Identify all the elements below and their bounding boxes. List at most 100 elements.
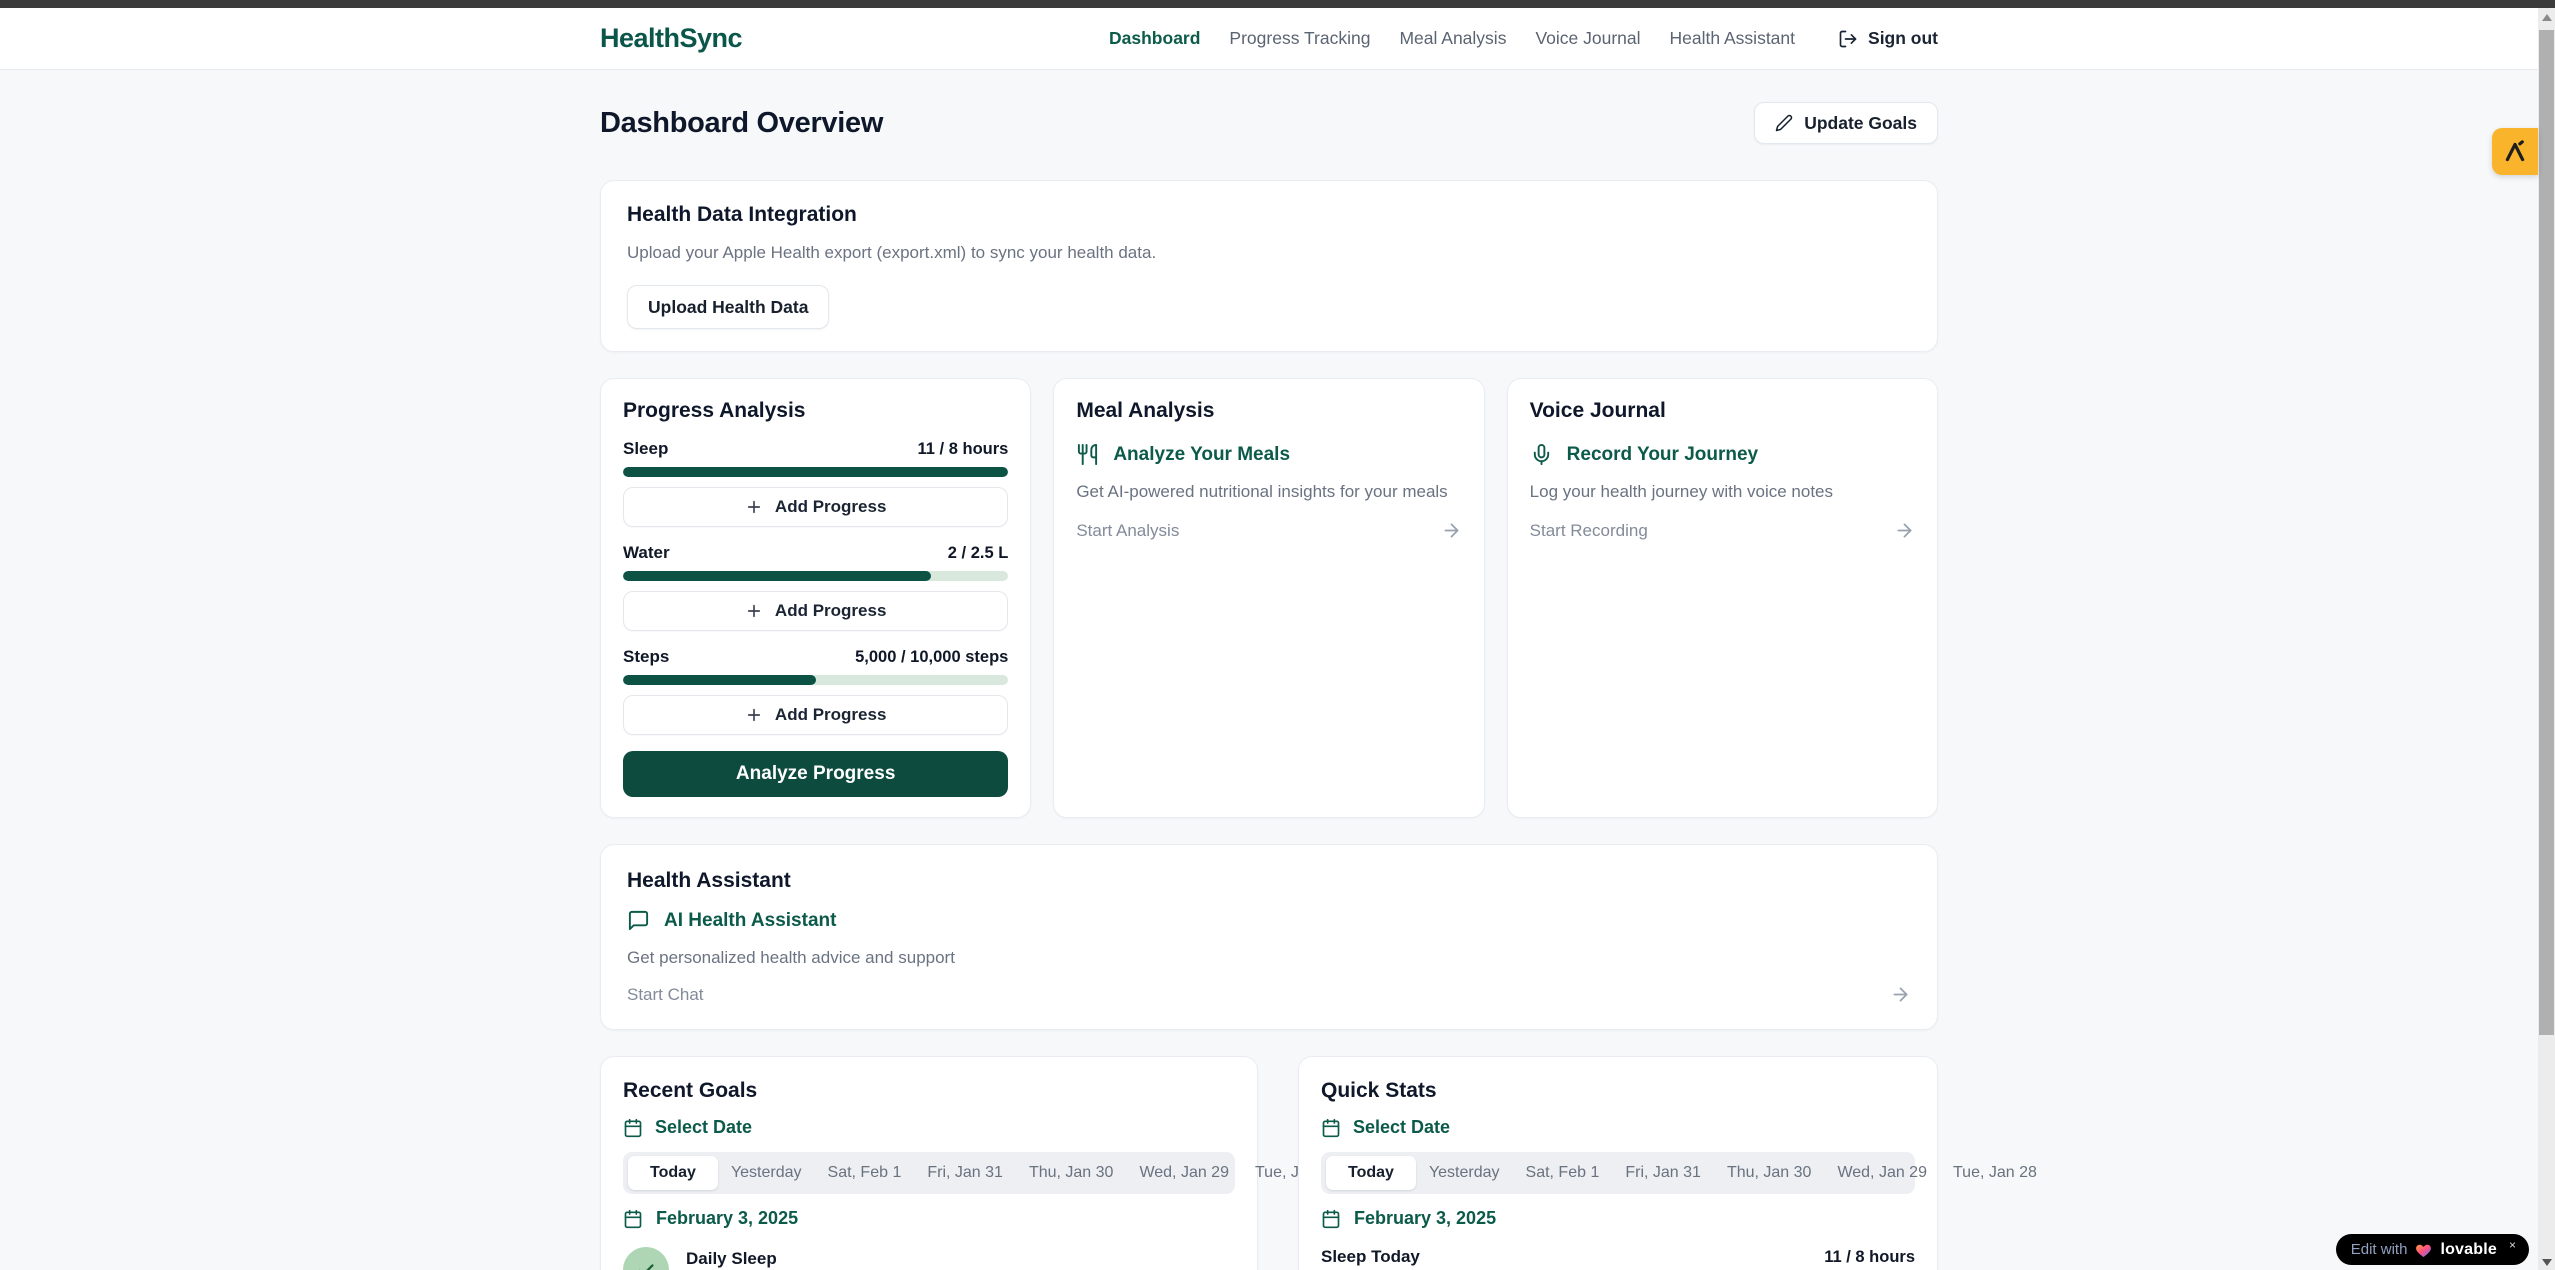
voice-journal-title: Voice Journal	[1530, 399, 1915, 423]
goal-name: Daily Sleep	[686, 1249, 777, 1269]
nav-progress-tracking[interactable]: Progress Tracking	[1229, 28, 1370, 49]
recent-goals-date-tabs: Today Yesterday Sat, Feb 1 Fri, Jan 31 T…	[623, 1152, 1235, 1194]
voice-journal-card: Voice Journal Record Your Journey Log yo…	[1507, 378, 1938, 818]
nav-health-assistant[interactable]: Health Assistant	[1670, 28, 1795, 49]
meal-analysis-description: Get AI-powered nutritional insights for …	[1076, 482, 1461, 502]
ai-health-assistant-label: AI Health Assistant	[664, 910, 836, 932]
tab-tue-jan-28[interactable]: Tue, Jan 28	[1940, 1156, 2050, 1190]
progress-analysis-title: Progress Analysis	[623, 399, 1008, 423]
tab-sat-feb-1[interactable]: Sat, Feb 1	[815, 1156, 915, 1190]
recent-goals-selected-date[interactable]: February 3, 2025	[623, 1208, 1235, 1229]
goal-item-daily-sleep: Daily Sleep 11 / 8 hours	[623, 1247, 1235, 1270]
start-recording-label: Start Recording	[1530, 521, 1648, 541]
meal-analysis-card: Meal Analysis Analyze Your Meals Get AI-…	[1053, 378, 1484, 818]
analyze-your-meals-link[interactable]: Analyze Your Meals	[1076, 443, 1461, 466]
add-progress-label: Add Progress	[775, 705, 886, 725]
tab-fri-jan-31[interactable]: Fri, Jan 31	[914, 1156, 1016, 1190]
update-goals-label: Update Goals	[1804, 113, 1917, 134]
edit-with-lovable-badge[interactable]: Edit with lovable ×	[2336, 1234, 2529, 1265]
scrollbar-up-arrow-icon[interactable]	[2542, 14, 2552, 21]
calendar-icon	[623, 1209, 643, 1229]
voice-journal-description: Log your health journey with voice notes	[1530, 482, 1915, 502]
window-top-strip	[0, 0, 2555, 8]
record-your-journey-link[interactable]: Record Your Journey	[1530, 443, 1915, 466]
health-assistant-title: Health Assistant	[627, 869, 1911, 893]
app-header: HealthSync Dashboard Progress Tracking M…	[0, 8, 2555, 70]
plus-icon	[745, 498, 763, 516]
calendar-icon	[1321, 1209, 1341, 1229]
tab-sat-feb-1[interactable]: Sat, Feb 1	[1513, 1156, 1613, 1190]
tab-today[interactable]: Today	[628, 1156, 718, 1190]
start-analysis-label: Start Analysis	[1076, 521, 1179, 541]
sleep-label: Sleep	[623, 439, 668, 459]
scrollbar-thumb[interactable]	[2539, 30, 2554, 1035]
sleep-value: 11 / 8 hours	[918, 440, 1009, 459]
plus-icon	[745, 602, 763, 620]
calendar-icon	[1321, 1118, 1341, 1138]
sleep-today-value: 11 / 8 hours	[1824, 1248, 1915, 1267]
sign-out-button[interactable]: Sign out	[1838, 28, 1938, 49]
record-your-journey-label: Record Your Journey	[1567, 444, 1758, 466]
nav-voice-journal[interactable]: Voice Journal	[1535, 28, 1640, 49]
selected-date-label: February 3, 2025	[656, 1208, 798, 1229]
meal-analysis-title: Meal Analysis	[1076, 399, 1461, 423]
sleep-progress-bar	[623, 467, 1008, 477]
scrollbar-down-arrow-icon[interactable]	[2542, 1259, 2552, 1266]
pencil-icon	[1775, 114, 1793, 132]
tab-yesterday[interactable]: Yesterday	[718, 1156, 815, 1190]
water-progress-bar	[623, 571, 1008, 581]
recent-goals-select-date[interactable]: Select Date	[623, 1117, 1235, 1138]
nav-meal-analysis[interactable]: Meal Analysis	[1399, 28, 1506, 49]
tab-today[interactable]: Today	[1326, 1156, 1416, 1190]
app-logo: HealthSync	[600, 23, 742, 54]
lovable-edge-button[interactable]	[2492, 128, 2538, 175]
select-date-label: Select Date	[655, 1117, 752, 1138]
badge-close-icon[interactable]: ×	[2509, 1238, 2516, 1252]
steps-label: Steps	[623, 647, 669, 667]
lovable-logo-icon	[2502, 139, 2528, 165]
start-chat-action[interactable]: Start Chat	[627, 984, 1911, 1005]
quick-stats-title: Quick Stats	[1321, 1079, 1915, 1103]
water-value: 2 / 2.5 L	[948, 544, 1009, 563]
arrow-right-icon	[1441, 520, 1462, 541]
update-goals-button[interactable]: Update Goals	[1754, 102, 1938, 144]
plus-icon	[745, 706, 763, 724]
tab-thu-jan-30[interactable]: Thu, Jan 30	[1714, 1156, 1825, 1190]
analyze-progress-button[interactable]: Analyze Progress	[623, 751, 1008, 797]
ai-health-assistant-link[interactable]: AI Health Assistant	[627, 909, 1911, 932]
tab-wed-jan-29[interactable]: Wed, Jan 29	[1126, 1156, 1242, 1190]
main-content: Dashboard Overview Update Goals Health D…	[600, 102, 1938, 1270]
steps-progress-bar	[623, 675, 1008, 685]
selected-date-label: February 3, 2025	[1354, 1208, 1496, 1229]
edit-with-label: Edit with	[2351, 1241, 2408, 1258]
quick-stats-selected-date[interactable]: February 3, 2025	[1321, 1208, 1915, 1229]
add-progress-label: Add Progress	[775, 601, 886, 621]
add-progress-steps-button[interactable]: Add Progress	[623, 695, 1008, 735]
start-analysis-action[interactable]: Start Analysis	[1076, 520, 1461, 541]
add-progress-water-button[interactable]: Add Progress	[623, 591, 1008, 631]
page-title: Dashboard Overview	[600, 107, 883, 140]
quick-stats-card: Quick Stats Select Date Today Yesterday …	[1298, 1056, 1938, 1270]
check-circle-icon	[623, 1247, 669, 1270]
lovable-label: lovable	[2440, 1241, 2497, 1259]
tab-fri-jan-31[interactable]: Fri, Jan 31	[1612, 1156, 1714, 1190]
start-recording-action[interactable]: Start Recording	[1530, 520, 1915, 541]
stat-sleep-today: Sleep Today 11 / 8 hours Add Progress	[1321, 1247, 1915, 1270]
sleep-today-label: Sleep Today	[1321, 1247, 1420, 1267]
nav-dashboard[interactable]: Dashboard	[1109, 28, 1200, 49]
sleep-progress-fill	[623, 467, 1008, 477]
upload-health-data-label: Upload Health Data	[648, 297, 808, 318]
tab-yesterday[interactable]: Yesterday	[1416, 1156, 1513, 1190]
tab-wed-jan-29[interactable]: Wed, Jan 29	[1824, 1156, 1940, 1190]
upload-health-data-button[interactable]: Upload Health Data	[627, 285, 829, 329]
water-progress-fill	[623, 571, 931, 581]
quick-stats-date-tabs: Today Yesterday Sat, Feb 1 Fri, Jan 31 T…	[1321, 1152, 1915, 1194]
analyze-your-meals-label: Analyze Your Meals	[1113, 444, 1290, 466]
health-assistant-card: Health Assistant AI Health Assistant Get…	[600, 844, 1938, 1030]
browser-scrollbar[interactable]	[2538, 8, 2555, 1270]
quick-stats-select-date[interactable]: Select Date	[1321, 1117, 1915, 1138]
tab-thu-jan-30[interactable]: Thu, Jan 30	[1016, 1156, 1127, 1190]
add-progress-sleep-button[interactable]: Add Progress	[623, 487, 1008, 527]
utensils-icon	[1076, 443, 1099, 466]
start-chat-label: Start Chat	[627, 985, 704, 1005]
